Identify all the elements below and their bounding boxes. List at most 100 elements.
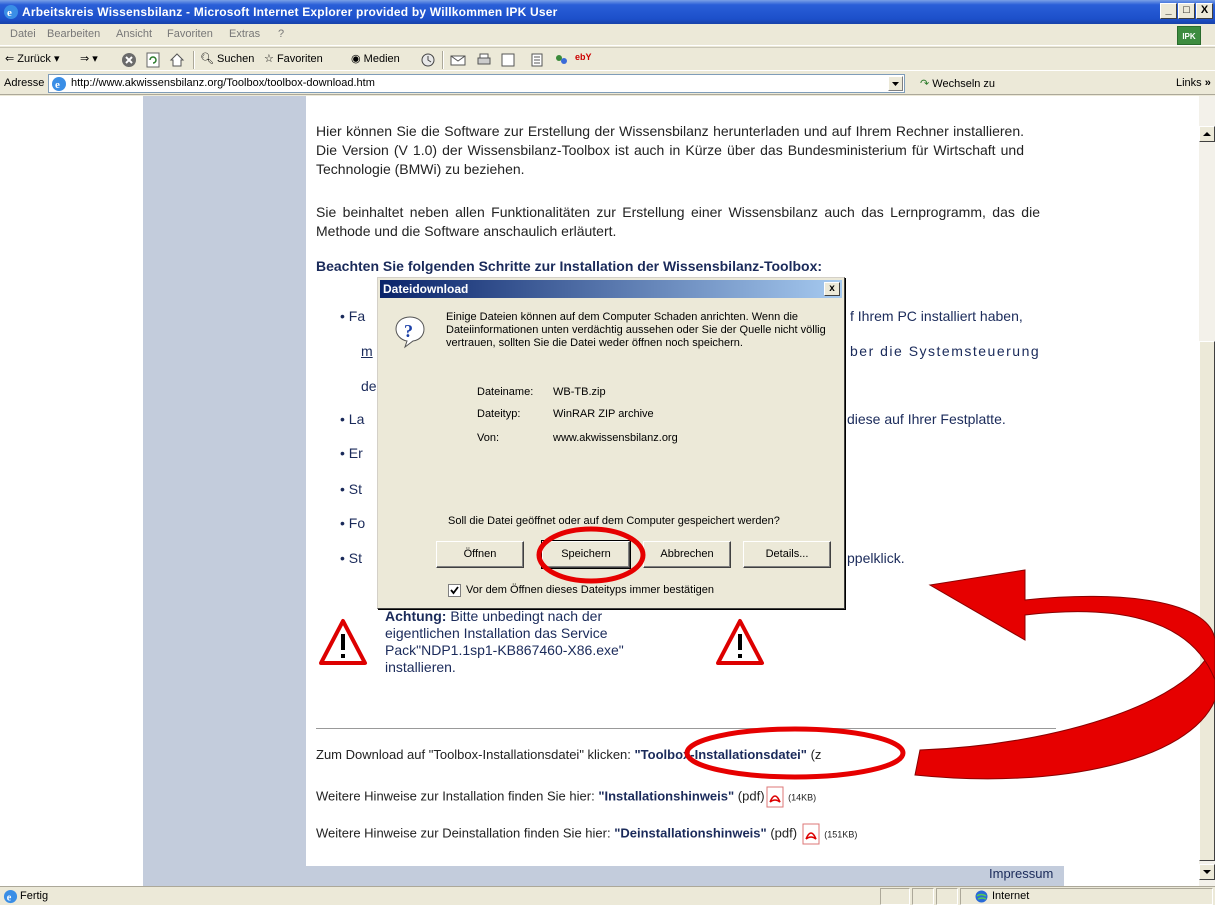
list-item-tail: ber die Systemsteuerung: [850, 343, 1041, 359]
dialog-warning-text: Einige Dateien können auf dem Computer S…: [446, 311, 826, 349]
back-arrow-icon: ⇐: [5, 53, 15, 65]
install-hint-link[interactable]: "Installationshinweis": [598, 788, 734, 803]
status-bar: e Fertig Internet: [0, 886, 1215, 905]
ebay-icon[interactable]: ebY: [575, 52, 592, 62]
refresh-icon[interactable]: [145, 52, 161, 68]
edit-icon[interactable]: [500, 52, 516, 68]
ie-logo-icon: e: [4, 5, 18, 19]
scroll-thumb[interactable]: [1199, 341, 1215, 861]
media-label: Medien: [363, 53, 400, 65]
intro-paragraph: Hier können Sie die Software zur Erstell…: [316, 123, 1024, 177]
impressum-link[interactable]: Impressum: [989, 866, 1053, 881]
left-sidebar: [143, 96, 306, 886]
scroll-down-button[interactable]: [1199, 864, 1215, 880]
address-url: http://www.akwissensbilanz.org/Toolbox/t…: [71, 77, 375, 89]
search-button[interactable]: 🔍︎ Suchen: [200, 52, 254, 65]
arrow-up-icon: [1203, 132, 1211, 136]
history-icon[interactable]: [420, 52, 436, 68]
details-button[interactable]: Details...: [743, 541, 831, 568]
menu-ansicht[interactable]: Ansicht: [116, 28, 152, 40]
mail-icon[interactable]: [450, 52, 466, 68]
dialog-question: Soll die Datei geöffnet oder auf dem Com…: [448, 515, 780, 527]
list-item-text: Fa: [348, 308, 366, 324]
close-button[interactable]: X: [1196, 3, 1213, 19]
from-value: www.akwissensbilanz.org: [553, 432, 678, 444]
address-dropdown-button[interactable]: [888, 76, 903, 91]
maximize-button[interactable]: □: [1178, 3, 1195, 19]
window-title-bar[interactable]: e Arbeitskreis Wissensbilanz - Microsoft…: [0, 0, 1215, 24]
security-zone: Internet: [992, 890, 1030, 902]
warning-icon: [716, 619, 764, 665]
menu-help[interactable]: ?: [278, 28, 284, 40]
home-icon[interactable]: [169, 52, 185, 68]
back-label: Zurück: [17, 53, 51, 65]
address-input[interactable]: e http://www.akwissensbilanz.org/Toolbox…: [48, 74, 905, 93]
warning-line: installieren.: [385, 659, 456, 675]
dialog-title: Dateidownload: [383, 282, 469, 296]
install-prefix: Weitere Hinweise zur Installation finden…: [316, 788, 595, 804]
file-download-dialog[interactable]: Dateidownload x ? Einige Dateien können …: [377, 277, 845, 609]
file-type-value: WinRAR ZIP archive: [553, 408, 654, 420]
minimize-button[interactable]: _: [1160, 3, 1177, 19]
dialog-title-bar[interactable]: Dateidownload x: [380, 280, 842, 298]
address-label: Adresse: [4, 77, 45, 89]
warning-line: Bitte unbedingt nach der: [450, 608, 603, 624]
messenger-icon[interactable]: [553, 52, 569, 68]
footer-strip: [306, 866, 1064, 886]
open-button[interactable]: Öffnen: [436, 541, 524, 568]
download-suffix: (z: [810, 747, 822, 762]
back-button[interactable]: ⇐ Zurück ▾: [5, 52, 60, 65]
toolbox-download-link[interactable]: "Toolbox-Installationsdatei": [635, 747, 807, 762]
file-name-value: WB-TB.zip: [553, 386, 606, 398]
checkmark-icon: [450, 586, 459, 595]
warning-label: Achtung:: [385, 608, 447, 624]
install-size: (14KB): [788, 792, 817, 803]
print-icon[interactable]: [476, 52, 492, 68]
list-item-tail: ppelklick.: [847, 550, 905, 566]
pdf-icon[interactable]: [801, 823, 821, 845]
list-item: • Fo: [340, 515, 366, 531]
favorites-label: Favoriten: [276, 53, 323, 65]
pdf-icon[interactable]: [765, 786, 785, 808]
save-button[interactable]: Speichern: [541, 540, 631, 569]
file-name-label: Dateiname:: [477, 386, 534, 398]
always-confirm-checkbox[interactable]: [448, 584, 461, 597]
vertical-scrollbar[interactable]: [1199, 96, 1215, 886]
stop-icon[interactable]: [121, 52, 137, 68]
dialog-close-button[interactable]: x: [824, 282, 840, 296]
go-button[interactable]: ↷ Wechseln zu: [920, 77, 995, 90]
menu-datei[interactable]: Datei: [10, 28, 36, 40]
list-item-text: de: [361, 378, 377, 394]
list-item-link[interactable]: m: [361, 343, 373, 359]
uninstall-type: (pdf): [770, 825, 798, 841]
menu-extras[interactable]: Extras: [229, 28, 260, 40]
scroll-up-button[interactable]: [1199, 126, 1215, 142]
install-type: (pdf): [737, 788, 765, 804]
uninstall-hint-link[interactable]: "Deinstallationshinweis": [614, 825, 766, 840]
ipk-logo: IPK: [1177, 26, 1201, 45]
links-button[interactable]: Links »: [1176, 77, 1211, 89]
uninstall-size: (151KB): [824, 829, 858, 840]
chevron-down-icon: [892, 82, 899, 86]
question-icon: ?: [395, 316, 425, 349]
svg-text:e: e: [7, 7, 12, 19]
favorites-button[interactable]: ☆ Favoriten: [264, 52, 323, 65]
forward-arrow-icon: ⇒ ▾: [80, 53, 98, 65]
menu-favoriten[interactable]: Favoriten: [167, 28, 213, 40]
installation-heading: Beachten Sie folgenden Schritte zur Inst…: [316, 258, 823, 274]
discuss-icon[interactable]: [530, 52, 546, 68]
forward-button[interactable]: ⇒ ▾: [80, 52, 98, 65]
list-item-tail: diese auf Ihrer Festplatte.: [847, 411, 1006, 427]
status-pane: [936, 888, 958, 905]
file-type-label: Dateityp:: [477, 408, 521, 420]
status-text: Fertig: [20, 890, 49, 902]
list-item: • St: [340, 550, 363, 566]
warning-line: Pack"NDP1.1sp1-KB867460-X86.exe": [385, 642, 624, 658]
description-paragraph: Sie beinhaltet neben allen Funktionalitä…: [316, 204, 1040, 239]
cancel-button[interactable]: Abbrechen: [643, 541, 731, 568]
toolbar-separator: [442, 51, 444, 69]
toolbar: ⇐ Zurück ▾ ⇒ ▾ 🔍︎ Suchen ☆ Favoriten ◉ M…: [0, 47, 1215, 71]
menu-bearbeiten[interactable]: Bearbeiten: [47, 28, 100, 40]
media-button[interactable]: ◉ Medien: [351, 52, 400, 65]
arrow-down-icon: [1203, 870, 1211, 874]
